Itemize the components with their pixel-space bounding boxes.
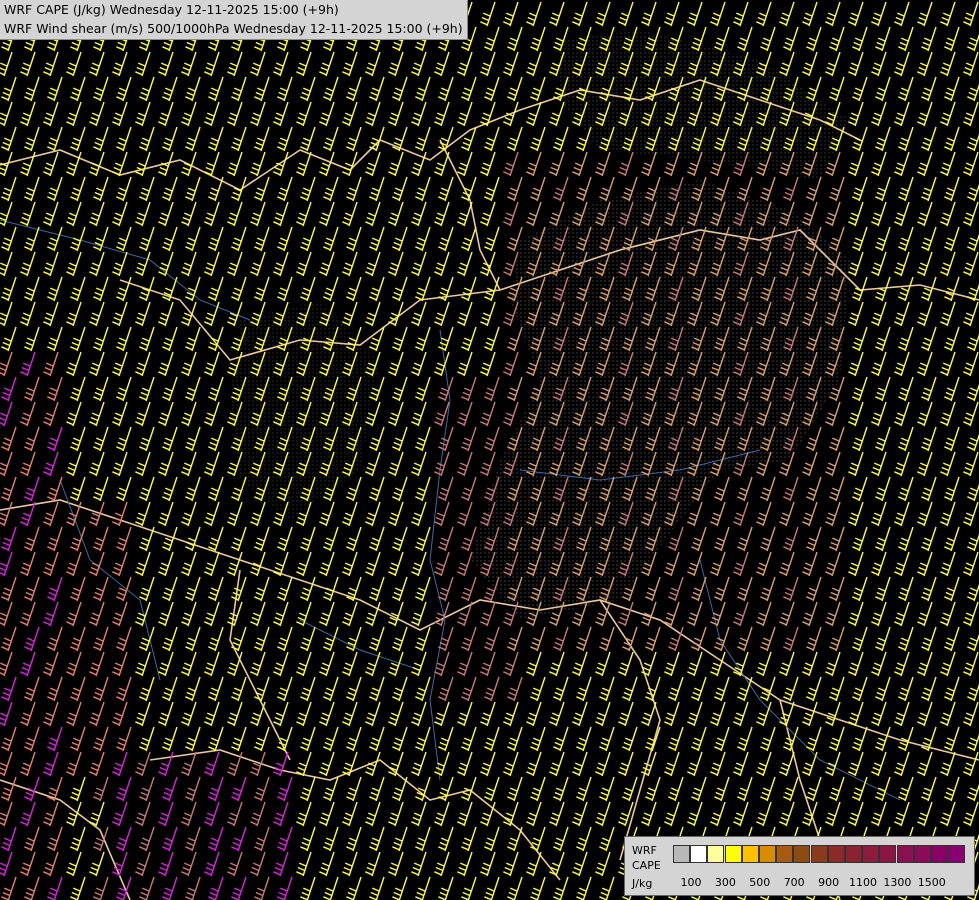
legend-swatch	[896, 845, 914, 863]
map-title-box: WRF CAPE (J/kg) Wednesday 12-11-2025 15:…	[0, 0, 468, 40]
legend-tick-label: 900	[818, 876, 840, 889]
legend-tick-label: 1500	[917, 876, 946, 889]
legend-swatch	[845, 845, 862, 863]
legend-swatch	[862, 845, 880, 863]
legend-swatch	[776, 845, 794, 863]
legend-tick-label: 1300	[883, 876, 912, 889]
wind-shear-barb-map	[0, 0, 979, 900]
legend-swatch	[741, 845, 759, 863]
cape-legend: WRF CAPE J/kg 100 300 500 700 900 1100 1300 150…	[624, 836, 975, 896]
legend-swatch	[810, 845, 828, 863]
wind-shear-title: WRF Wind shear (m/s) 500/1000hPa Wednesd…	[4, 21, 463, 36]
weather-map: WRF CAPE (J/kg) Wednesday 12-11-2025 15:…	[0, 0, 979, 900]
legend-label-unit: J/kg	[632, 877, 653, 890]
legend-tick-label: 1100	[849, 876, 877, 889]
legend-swatch	[948, 845, 966, 863]
legend-swatch	[913, 845, 931, 863]
legend-swatch	[793, 845, 811, 863]
legend-swatch	[673, 845, 690, 863]
cape-title: WRF CAPE (J/kg) Wednesday 12-11-2025 15:…	[4, 2, 339, 17]
legend-swatch	[827, 845, 845, 863]
legend-tick-label: 300	[714, 876, 736, 889]
legend-swatch	[931, 845, 948, 863]
legend-label-cape: CAPE	[632, 859, 661, 872]
legend-tick-label: 500	[749, 876, 771, 889]
legend-tick-label: 100	[680, 876, 702, 889]
legend-swatch	[724, 845, 742, 863]
legend-label-wrf: WRF	[632, 844, 657, 857]
legend-tick-label: 700	[783, 876, 805, 889]
legend-swatch	[879, 845, 897, 863]
legend-swatch	[759, 845, 776, 863]
legend-swatch	[707, 845, 725, 863]
legend-swatch	[690, 845, 708, 863]
